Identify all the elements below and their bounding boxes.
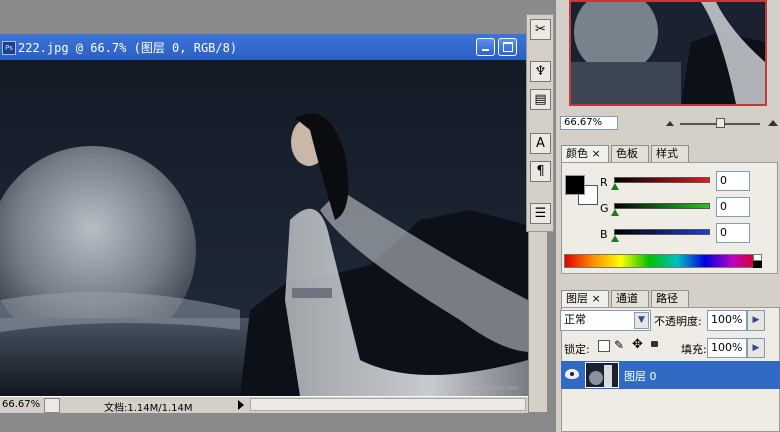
opacity-arrow-icon[interactable]: ▶	[747, 310, 765, 331]
spectrum-white-swatch[interactable]	[753, 254, 762, 261]
crop-tool-icon[interactable]: ✂	[530, 19, 551, 40]
tab-layers[interactable]: 图层 ×	[561, 290, 609, 307]
zoom-in-icon[interactable]	[768, 120, 778, 126]
type-tool-icon[interactable]: A	[530, 133, 551, 154]
layer-thumbnail	[585, 362, 619, 388]
move-icon[interactable]: ✥	[632, 337, 643, 352]
color-spectrum-bar[interactable]	[564, 254, 762, 268]
channel-g-thumb[interactable]	[611, 209, 619, 216]
document-title: 222.jpg @ 66.7% (图层 0, RGB/8)	[18, 41, 238, 55]
channel-b-label: B	[600, 228, 608, 241]
image-watermark: www.21cnxx.com	[466, 385, 519, 392]
right-panels: 66.67% 颜色 × 色板 样式 R 0 G 0 B 0 图层 × 通道 路径…	[556, 0, 780, 432]
navigator-thumbnail	[571, 2, 765, 104]
channel-b-thumb[interactable]	[611, 235, 619, 242]
channel-g-label: G	[600, 202, 609, 215]
channel-b-value[interactable]: 0	[716, 223, 750, 243]
channel-r-thumb[interactable]	[611, 183, 619, 190]
opacity-label: 不透明度:	[654, 315, 702, 328]
tab-channels[interactable]: 通道	[611, 290, 649, 307]
paragraph-icon[interactable]: ¶	[530, 161, 551, 182]
notes-icon[interactable]: ☰	[530, 203, 551, 224]
tool-strip: ✂ ♆ ▤ A ¶ ☰	[526, 14, 554, 232]
document-title-bar[interactable]: Ps 222.jpg @ 66.7% (图层 0, RGB/8)	[0, 34, 528, 60]
status-arrow-icon[interactable]	[238, 400, 244, 410]
tab-paths[interactable]: 路径	[651, 290, 689, 307]
lock-label: 锁定:	[564, 343, 590, 356]
layers-panel-tabs: 图层 × 通道 路径	[561, 290, 777, 308]
blend-mode-select[interactable]: 正常 ▼	[560, 310, 651, 331]
app-icon: Ps	[2, 41, 16, 55]
channel-r-slider[interactable]	[614, 177, 710, 183]
history-brush-icon[interactable]: ▤	[530, 89, 551, 110]
navigator-preview[interactable]	[569, 0, 767, 106]
minimize-icon	[482, 49, 489, 51]
image-canvas[interactable]: www.21cnxx.com	[0, 60, 528, 396]
layer-row[interactable]: 图层 0	[561, 361, 780, 389]
channel-r-value[interactable]: 0	[716, 171, 750, 191]
channel-g-slider[interactable]	[614, 203, 710, 209]
channel-b-slider[interactable]	[614, 229, 710, 235]
tab-color[interactable]: 颜色 ×	[561, 145, 609, 162]
document-window: Ps 222.jpg @ 66.7% (图层 0, RGB/8) www.21c…	[0, 34, 528, 414]
channel-g-value[interactable]: 0	[716, 197, 750, 217]
navigator-zoom-field[interactable]: 66.67%	[560, 116, 618, 130]
tab-swatches[interactable]: 色板	[611, 145, 649, 162]
color-panel-tabs: 颜色 × 色板 样式	[561, 145, 777, 163]
tab-styles[interactable]: 样式	[651, 145, 689, 162]
maximize-button[interactable]	[498, 38, 517, 56]
channel-r-label: R	[600, 176, 608, 189]
fill-field[interactable]: 100%	[707, 338, 747, 358]
zoom-field[interactable]: 66.67%	[2, 399, 40, 410]
document-size: 文档:1.14M/1.14M	[104, 403, 193, 414]
canvas-image: www.21cnxx.com	[0, 60, 528, 396]
chevron-down-icon[interactable]: ▼	[634, 312, 649, 329]
document-status-bar: 66.67% 文档:1.14M/1.14M	[0, 396, 528, 414]
horizontal-scrollbar[interactable]	[250, 398, 526, 411]
stamp-tool-icon[interactable]: ♆	[530, 61, 551, 82]
lock-transparency-icon[interactable]	[598, 340, 610, 352]
eye-icon[interactable]	[565, 369, 579, 379]
lock-icon[interactable]	[651, 341, 658, 347]
blend-mode-value: 正常	[564, 313, 586, 326]
fill-arrow-icon[interactable]: ▶	[747, 338, 765, 358]
opacity-field[interactable]: 100%	[707, 310, 747, 331]
minimize-button[interactable]	[476, 38, 495, 56]
maximize-icon	[503, 42, 513, 52]
layer-name: 图层 0	[624, 370, 657, 383]
navigator-zoom-thumb[interactable]	[716, 118, 725, 128]
status-menu-icon[interactable]	[44, 398, 60, 413]
spectrum-black-swatch[interactable]	[753, 261, 762, 268]
fill-label: 填充:	[681, 343, 707, 356]
brush-icon[interactable]: ✎	[614, 338, 624, 352]
foreground-color-swatch[interactable]	[565, 175, 585, 195]
zoom-out-icon[interactable]	[666, 121, 674, 126]
